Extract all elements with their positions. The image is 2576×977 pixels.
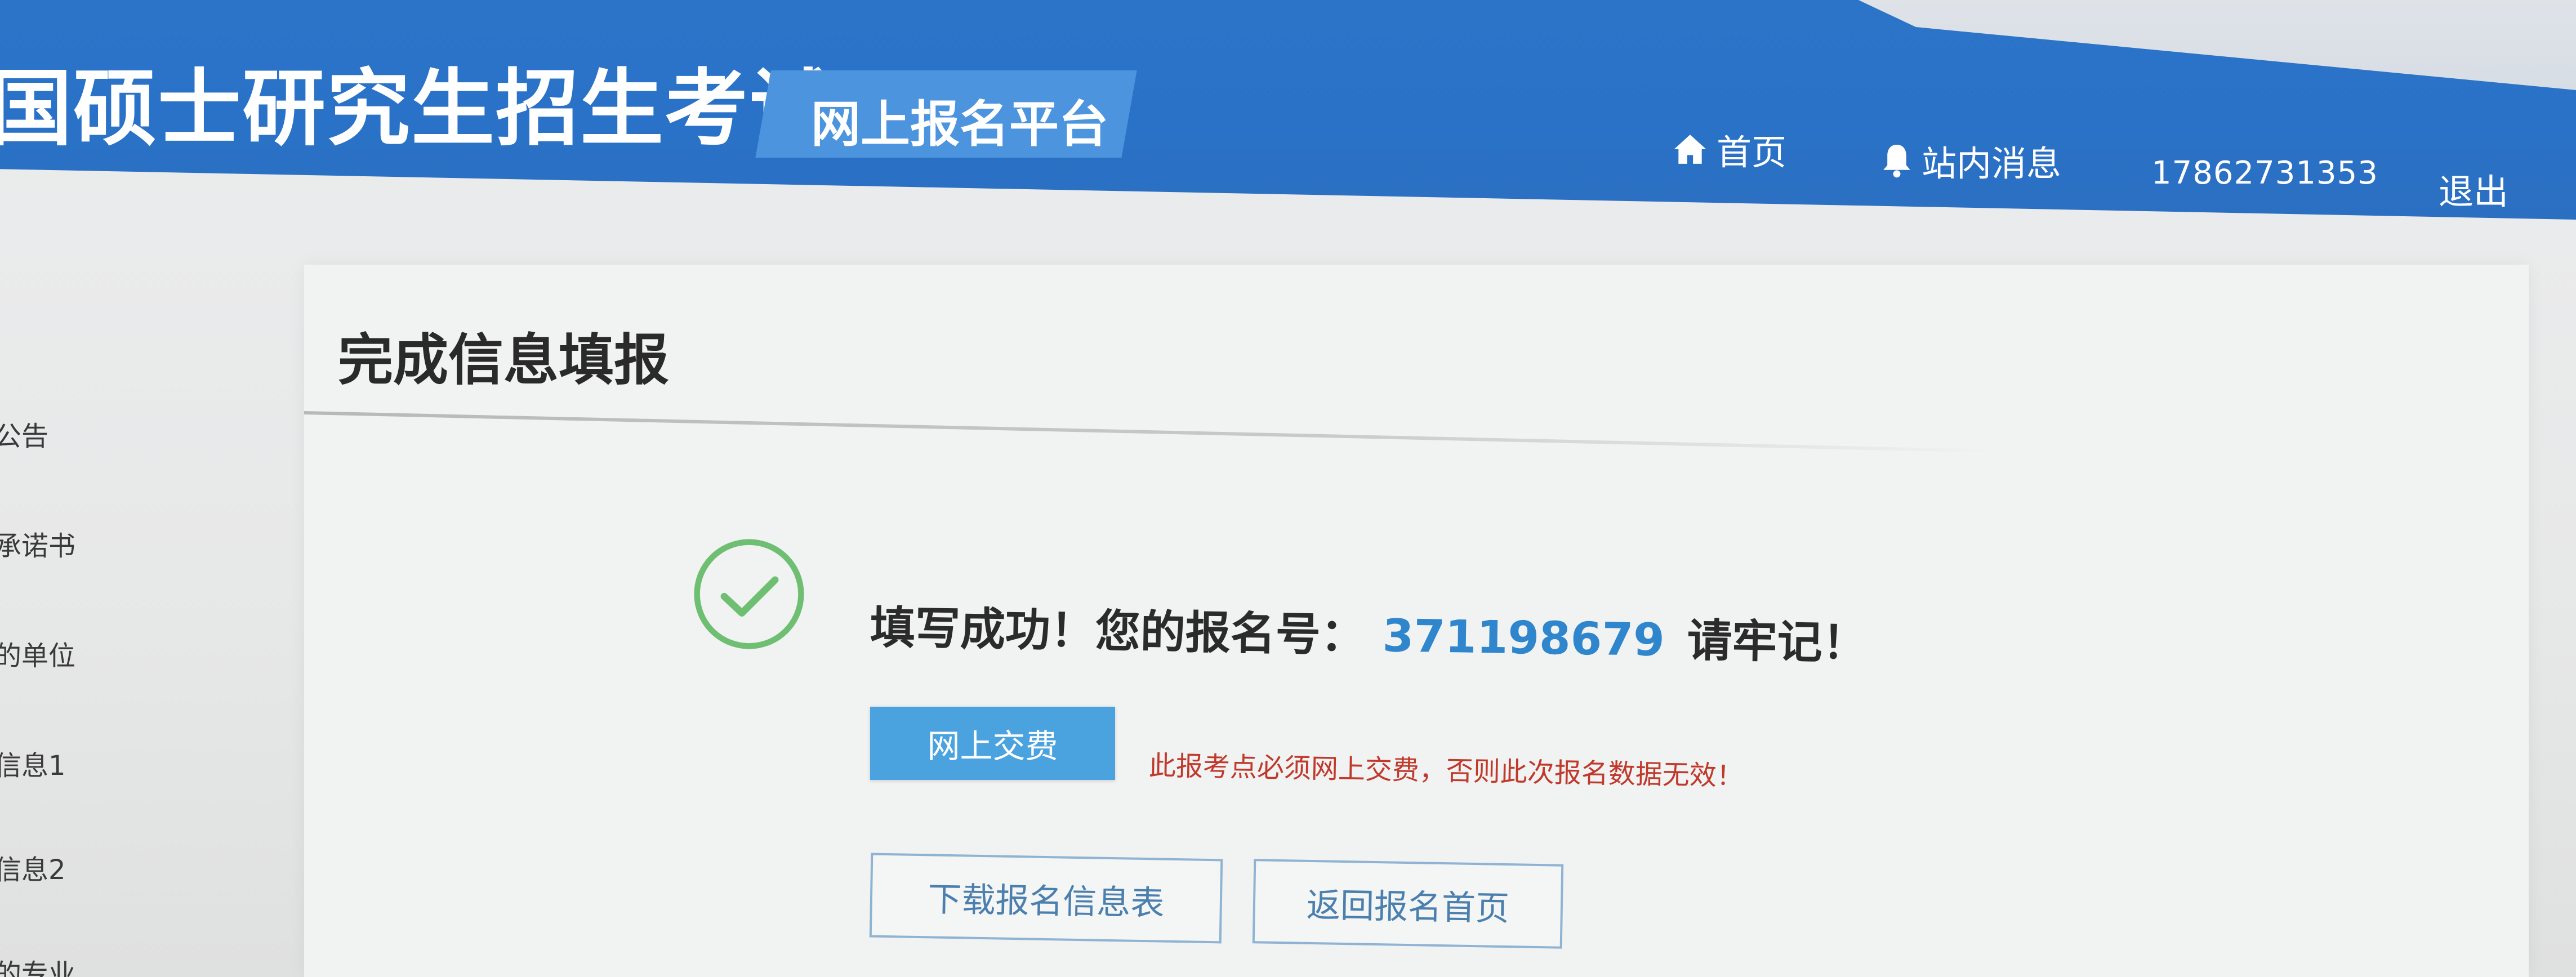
page-title: 完成信息填报 (338, 328, 670, 392)
sidebar: 公告 承诺书 的单位 信息1 信息2 的专业 (0, 220, 315, 977)
sidebar-item-info-1[interactable]: 信息1 (0, 743, 66, 783)
sidebar-item-commitment[interactable]: 承诺书 (0, 524, 75, 563)
sidebar-item-unit[interactable]: 的单位 (0, 634, 75, 673)
nav-messages-label: 站内消息 (1922, 143, 2062, 184)
back-to-home-button[interactable]: 返回报名首页 (1252, 859, 1564, 949)
page: 国硕士研究生招生考试 网上报名平台 首页 站内消息 17862731353 退出… (0, 0, 2576, 977)
success-suffix: 请牢记！ (1686, 614, 1868, 670)
sidebar-item-major[interactable]: 的专业 (0, 952, 75, 977)
site-title: 国硕士研究生招生考试 (0, 60, 834, 157)
home-icon (1673, 133, 1708, 166)
online-payment-button[interactable]: 网上交费 (870, 707, 1115, 780)
sidebar-item-info-2[interactable]: 信息2 (0, 847, 66, 887)
registration-number: 371198679 (1382, 609, 1665, 667)
user-phone: 17862731353 (2151, 155, 2378, 191)
logout-link[interactable]: 退出 (2439, 163, 2508, 214)
bell-icon (1881, 143, 1913, 178)
download-form-button[interactable]: 下载报名信息表 (869, 853, 1223, 944)
nav-home-link[interactable]: 首页 (1673, 124, 1786, 175)
check-circle-icon (690, 535, 808, 653)
success-prefix: 填写成功！您的报名号： (870, 601, 1366, 662)
nav-home-label: 首页 (1717, 132, 1787, 173)
platform-label: 网上报名平台 (811, 95, 1109, 153)
sidebar-item-announcement[interactable]: 公告 (0, 414, 48, 453)
nav-messages-link[interactable]: 站内消息 (1881, 135, 2061, 186)
